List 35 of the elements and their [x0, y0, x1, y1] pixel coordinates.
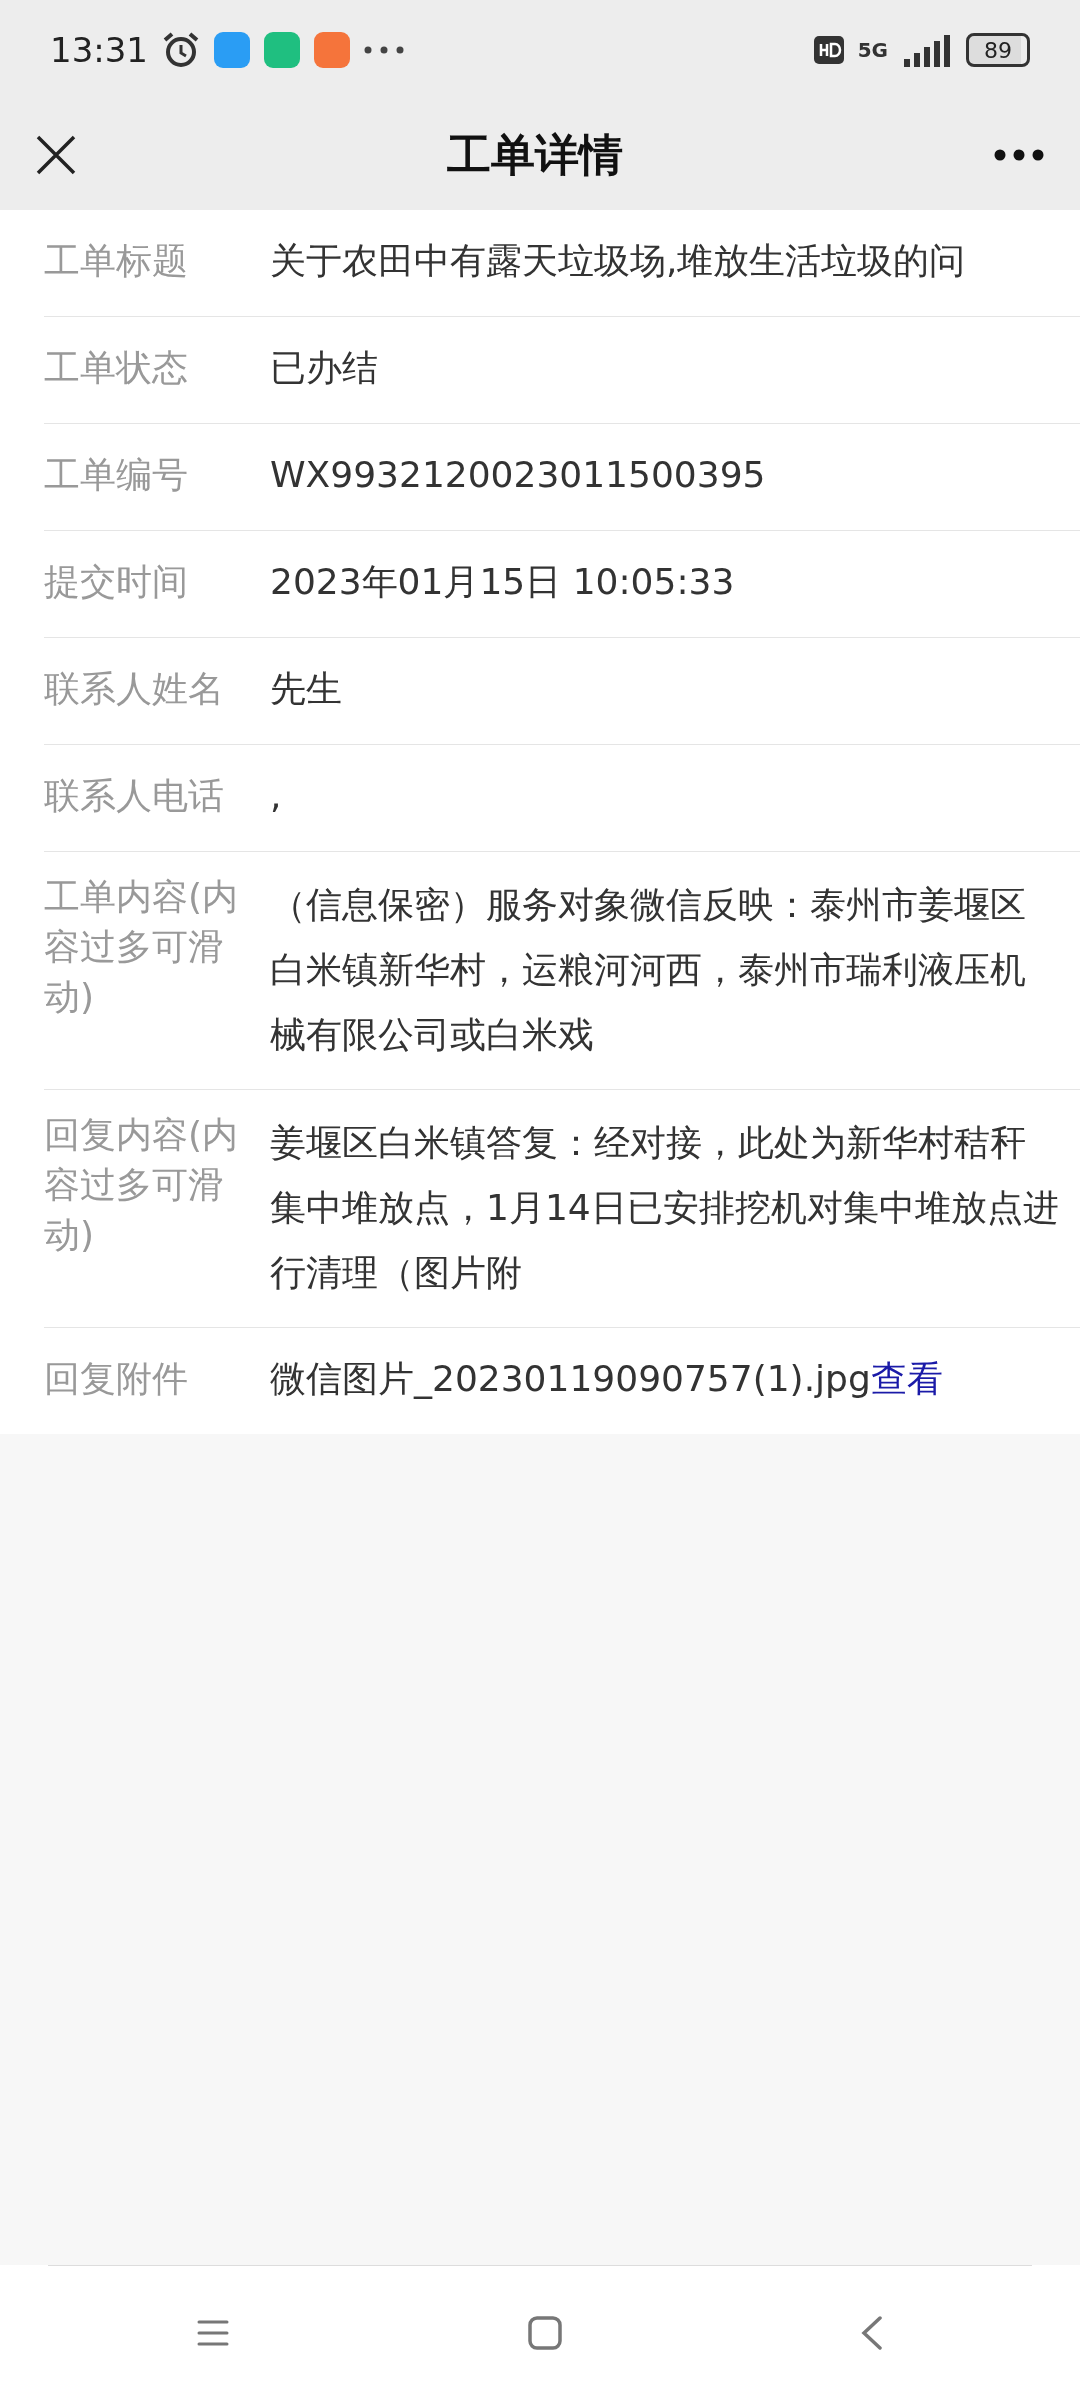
more-icon	[364, 46, 404, 54]
more-icon[interactable]	[994, 149, 1044, 161]
field-value: WX9932120023011500395	[270, 453, 767, 497]
field-label: 提交时间	[44, 560, 189, 604]
menu-icon[interactable]	[197, 2319, 230, 2347]
field-label: 工单编号	[44, 453, 189, 497]
field-value: 姜堰区白米镇答复：经对接，此处为新华村秸秆集中堆放点，1月14日已安排挖机对集中堆放点进行清理（图片附	[270, 1121, 1060, 1295]
network-type: 5G	[857, 38, 888, 62]
back-icon[interactable]	[860, 2316, 883, 2350]
field-label: 工单标题	[44, 239, 189, 283]
field-label: 回复附件	[44, 1357, 189, 1401]
field-value: 2023年01月15日 10:05:33	[270, 560, 736, 604]
app-icon	[214, 32, 250, 68]
app-icon	[314, 32, 350, 68]
battery-indicator: 89	[966, 33, 1030, 67]
home-icon[interactable]	[528, 2316, 562, 2350]
field-label: 工单状态	[44, 346, 189, 390]
view-link[interactable]: 查看	[870, 1358, 943, 1399]
page-title: 工单详情	[447, 127, 623, 182]
field-value: ,	[270, 774, 283, 818]
hd-icon	[813, 36, 844, 64]
field-value: 先生	[270, 667, 343, 711]
attachment-name: 微信图片_20230119090757(1).jpg	[270, 1358, 871, 1399]
close-icon[interactable]	[36, 135, 76, 175]
status-time: 13:31	[50, 30, 148, 70]
app-icon	[264, 32, 300, 68]
field-value: 关于农田中有露天垃圾场,堆放生活垃圾的问	[270, 239, 967, 283]
alarm-icon	[162, 31, 200, 69]
field-value: （信息保密）服务对象微信反映：泰州市姜堰区白米镇新华村，运粮河河西，泰州市瑞利液压机械有限公司或白米戏	[270, 883, 1027, 1057]
field-label: 回复内容(内容过多可滑动)	[44, 1113, 240, 1257]
field-value: 已办结	[270, 346, 379, 390]
field-label: 工单内容(内容过多可滑动)	[44, 875, 240, 1019]
field-label: 联系人姓名	[44, 667, 225, 711]
field-label: 联系人电话	[44, 774, 225, 818]
signal-icon	[902, 33, 952, 67]
